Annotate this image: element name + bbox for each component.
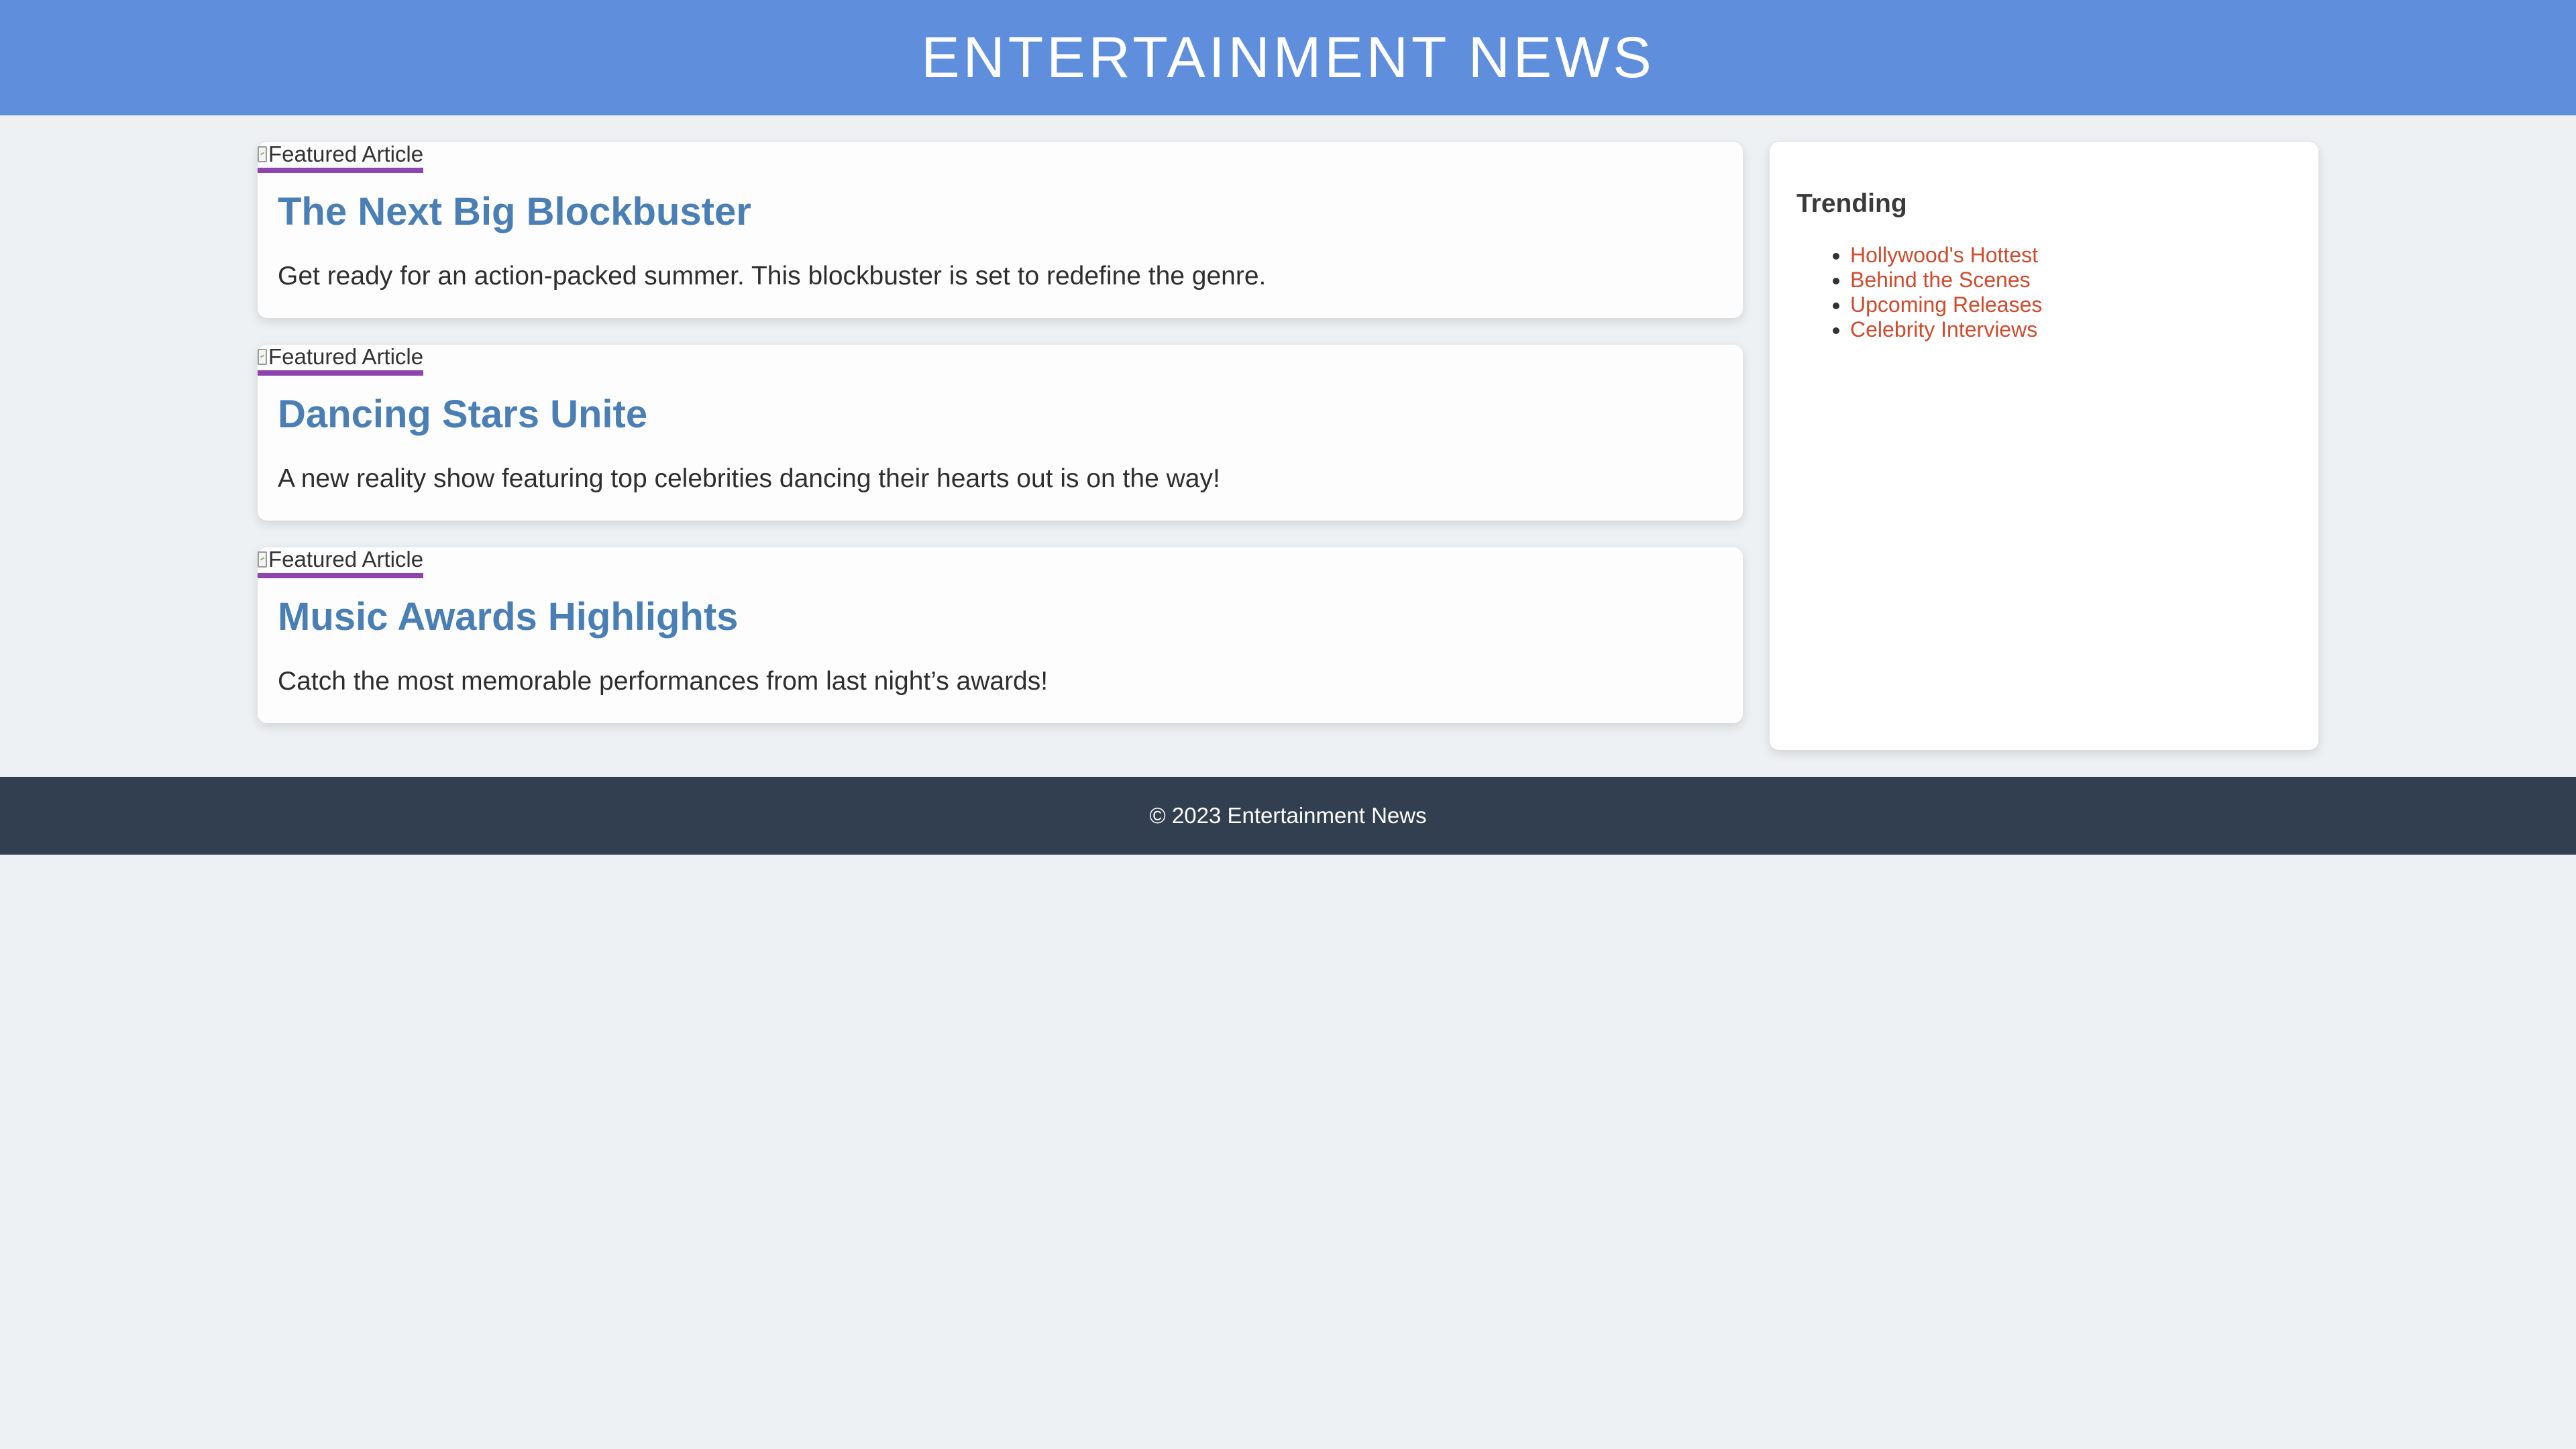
trending-link-behind-the-scenes[interactable]: Behind the Scenes — [1850, 268, 2031, 292]
article-title[interactable]: Music Awards Highlights — [278, 594, 738, 639]
trending-list: Hollywood's Hottest Behind the Scenes Up… — [1796, 243, 2292, 342]
article-summary: Get ready for an action-packed summer. T… — [278, 262, 1267, 290]
featured-article-image: Featured Article — [258, 142, 424, 173]
image-alt-text: Featured Article — [268, 344, 424, 369]
site-header: ENTERTAINMENT NEWS — [0, 0, 2576, 115]
trending-sidebar: Trending Hollywood's Hottest Behind the … — [1770, 142, 2318, 750]
broken-image-icon — [258, 551, 267, 568]
main-content: Featured Article The Next Big Blockbuste… — [0, 115, 2576, 777]
trending-item: Celebrity Interviews — [1850, 317, 2292, 342]
copyright-text: © 2023 Entertainment News — [1149, 803, 1427, 828]
site-title: ENTERTAINMENT NEWS — [921, 25, 1655, 90]
featured-article-image: Featured Article — [258, 547, 424, 578]
article-summary: A new reality show featuring top celebri… — [278, 464, 1220, 493]
trending-heading: Trending — [1796, 189, 1907, 218]
broken-image-icon — [258, 146, 267, 162]
article-card[interactable]: Featured Article Dancing Stars Unite A n… — [258, 345, 1743, 521]
trending-item: Hollywood's Hottest — [1850, 243, 2292, 268]
article-title[interactable]: Dancing Stars Unite — [278, 392, 647, 437]
trending-link-celebrity-interviews[interactable]: Celebrity Interviews — [1850, 317, 2037, 341]
featured-article-image: Featured Article — [258, 344, 424, 376]
article-card[interactable]: Featured Article Music Awards Highlights… — [258, 547, 1743, 723]
trending-link-hollywoods-hottest[interactable]: Hollywood's Hottest — [1850, 243, 2038, 267]
site-footer: © 2023 Entertainment News — [0, 777, 2576, 855]
article-list: Featured Article The Next Big Blockbuste… — [258, 142, 1743, 750]
image-alt-text: Featured Article — [268, 547, 424, 572]
image-alt-text: Featured Article — [268, 142, 424, 166]
trending-item: Behind the Scenes — [1850, 268, 2292, 292]
trending-item: Upcoming Releases — [1850, 292, 2292, 317]
article-card[interactable]: Featured Article The Next Big Blockbuste… — [258, 142, 1743, 318]
article-summary: Catch the most memorable performances fr… — [278, 667, 1049, 696]
broken-image-icon — [258, 349, 267, 365]
article-title[interactable]: The Next Big Blockbuster — [278, 189, 751, 234]
trending-link-upcoming-releases[interactable]: Upcoming Releases — [1850, 292, 2042, 317]
